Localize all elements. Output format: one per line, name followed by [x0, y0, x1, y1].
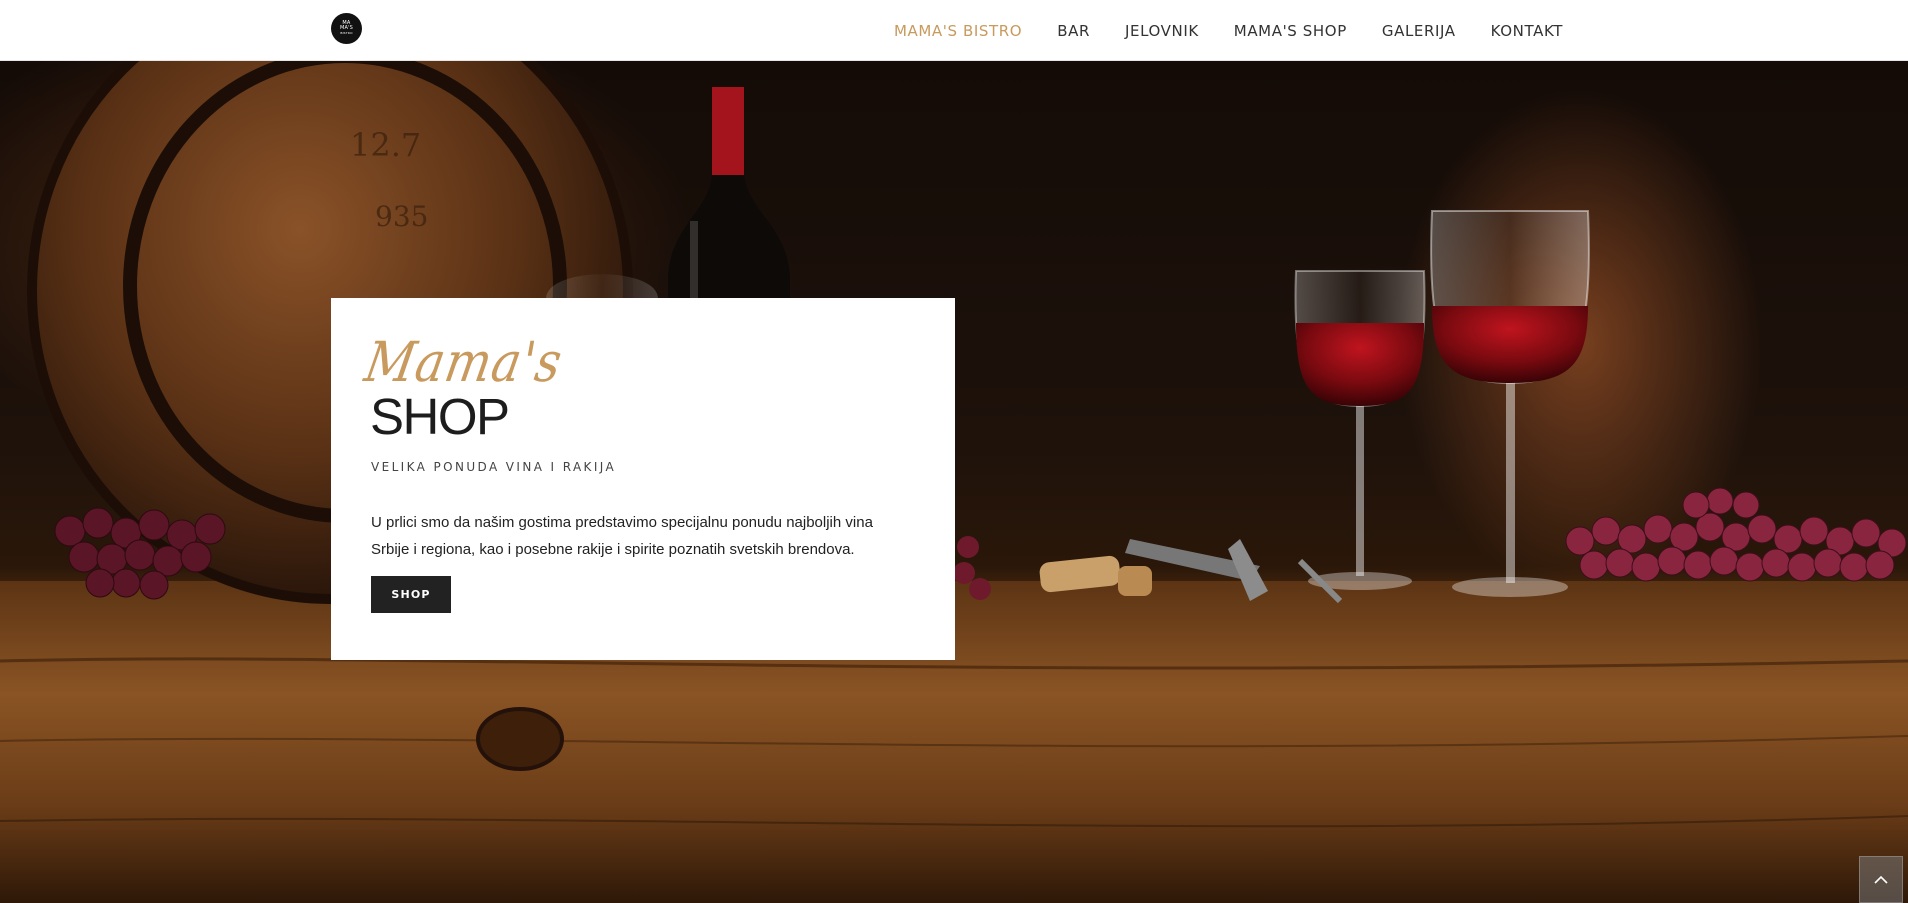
wine-glass-left — [1294, 270, 1426, 590]
nav-item-kontakt[interactable]: KONTAKT — [1491, 22, 1563, 40]
scroll-to-top-button[interactable] — [1859, 856, 1903, 903]
shop-promo-card: Mama's SHOP VELIKA PONUDA VINA I RAKIJA … — [331, 298, 955, 660]
nav-item-jelovnik[interactable]: JELOVNIK — [1125, 22, 1199, 40]
nav-item-mamas-shop[interactable]: MAMA'S SHOP — [1234, 22, 1347, 40]
svg-text:935: 935 — [375, 200, 428, 233]
nav-item-galerija[interactable]: GALERIJA — [1382, 22, 1456, 40]
nav-item-bar[interactable]: BAR — [1057, 22, 1090, 40]
shop-button[interactable]: SHOP — [371, 576, 451, 613]
logo-line: BISTRO — [340, 31, 353, 35]
grapes-right — [1565, 487, 1907, 582]
wood-knot — [476, 707, 564, 771]
svg-text:12.7: 12.7 — [350, 126, 421, 164]
card-title: SHOP — [370, 388, 510, 445]
card-description: U prlici smo da našim gostima predstavim… — [371, 514, 873, 558]
wine-glass-right — [1430, 210, 1590, 597]
site-logo[interactable]: MA MA'S BISTRO — [331, 13, 362, 44]
site-header: MA MA'S BISTRO MAMA'S BISTRO BAR JELOVNI… — [0, 0, 1908, 61]
chevron-up-icon — [1874, 875, 1888, 884]
main-nav: MAMA'S BISTRO BAR JELOVNIK MAMA'S SHOP G… — [894, 0, 1563, 61]
card-script-title: Mama's — [360, 330, 568, 395]
card-subtitle: VELIKA PONUDA VINA I RAKIJA — [371, 460, 617, 474]
nav-item-mamas-bistro[interactable]: MAMA'S BISTRO — [894, 22, 1022, 40]
